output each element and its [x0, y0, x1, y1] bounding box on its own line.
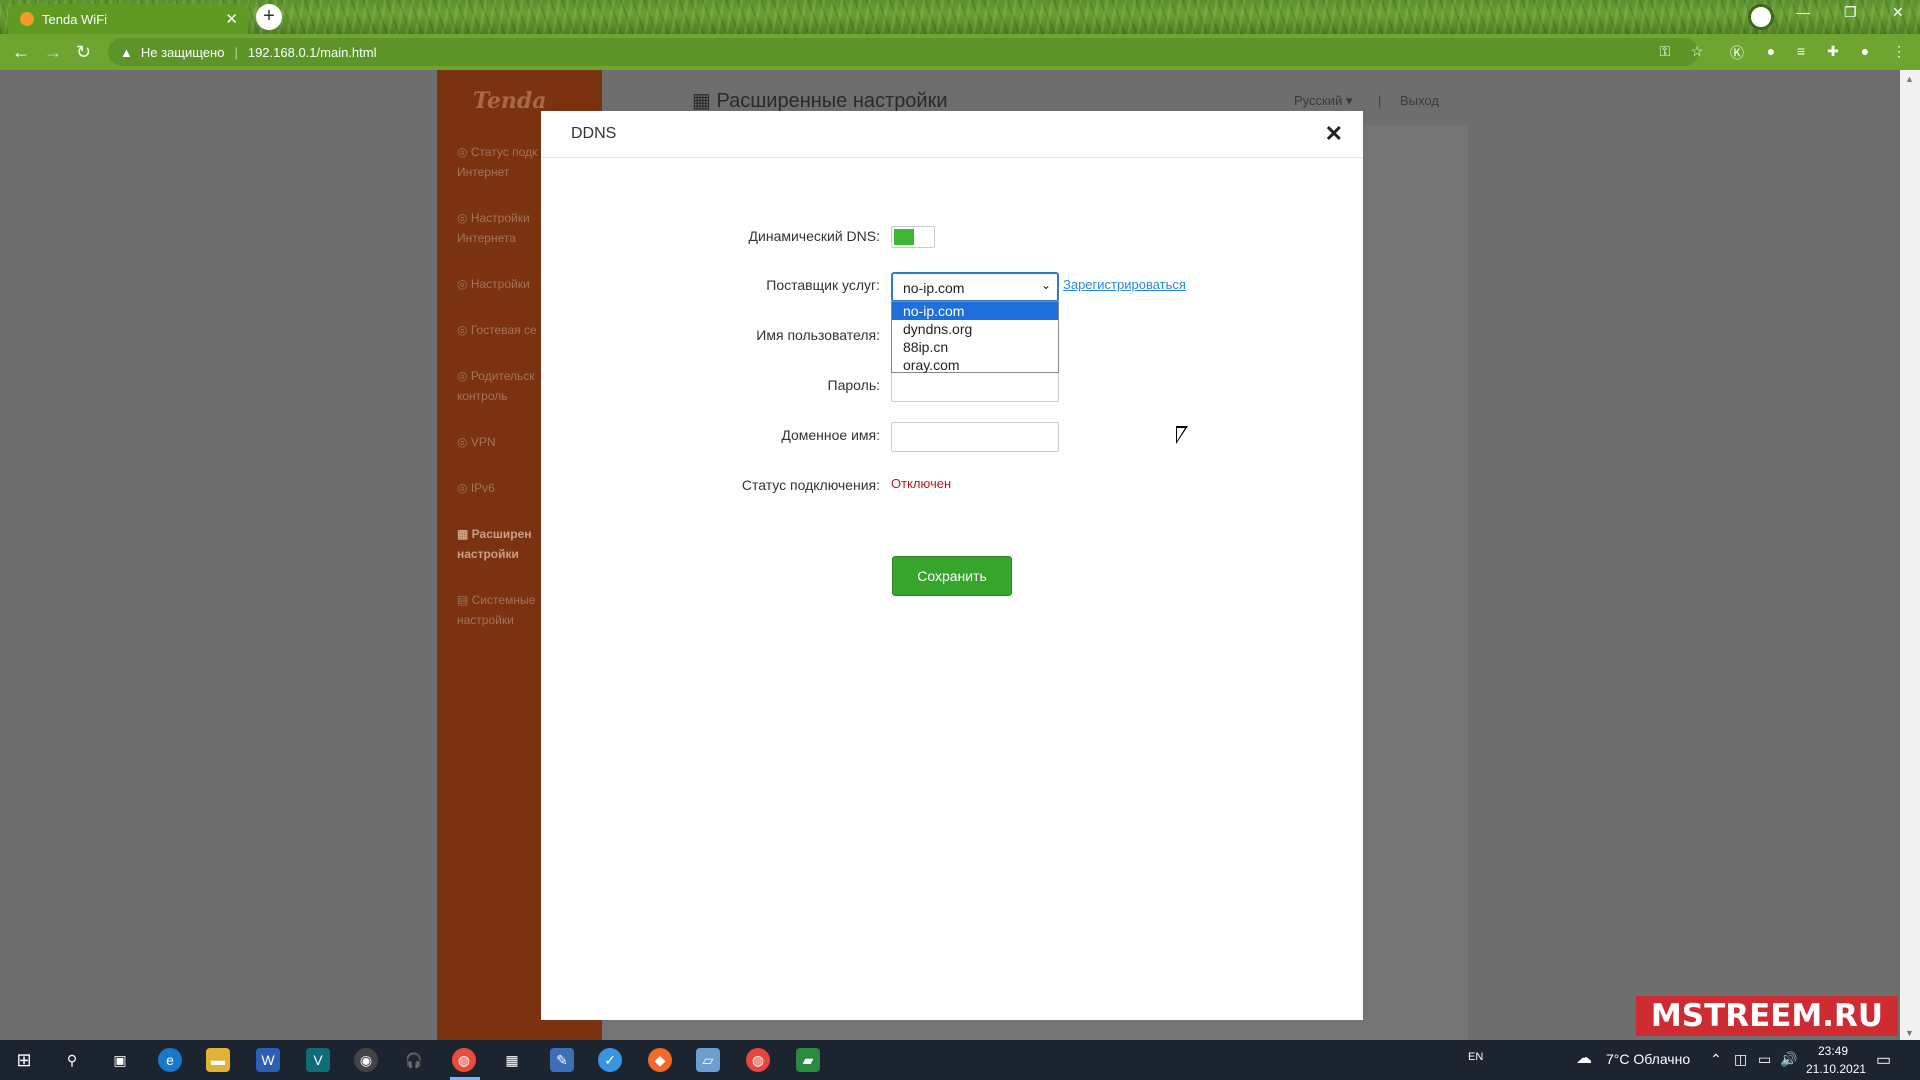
tray-app-icon[interactable]: ◫: [1734, 1051, 1747, 1068]
provider-select[interactable]: no-ip.com ⌄: [891, 272, 1059, 302]
dialog-title: DDNS: [571, 125, 617, 142]
language-select[interactable]: Русский ▾: [1294, 93, 1352, 109]
warning-triangle-icon: ▲: [120, 44, 133, 60]
minimize-icon[interactable]: —: [1796, 4, 1810, 20]
obs-icon[interactable]: ◉: [354, 1048, 378, 1072]
ddns-label: Динамический DNS:: [748, 228, 880, 244]
mouse-pointer-icon: [1176, 426, 1188, 444]
ddns-toggle[interactable]: [891, 226, 935, 248]
volume-icon[interactable]: 🔊: [1780, 1051, 1797, 1068]
windows-taskbar: ⊞ ⚲ ▣ e ▬ W V ◉ 🎧 ◍ ▦ ✎ ✓ ◆ ▱ ◍ ▰ EN ☁ 7…: [0, 1040, 1920, 1080]
status-badge: Отключен: [891, 476, 952, 491]
vegas-icon[interactable]: V: [306, 1048, 330, 1072]
status-label: Статус подключения:: [741, 477, 880, 493]
chevron-down-icon: ⌄: [1040, 278, 1051, 292]
domain-label: Доменное имя:: [781, 427, 880, 443]
restore-icon[interactable]: ❐: [1844, 4, 1857, 21]
search-icon[interactable]: ⚲: [60, 1048, 84, 1072]
tenda-logo: Tenda: [473, 88, 547, 114]
close-icon[interactable]: ✕: [1325, 121, 1343, 147]
menu-dots-icon[interactable]: ⋮: [1890, 43, 1908, 61]
clock-time[interactable]: 23:49: [1818, 1044, 1848, 1058]
provider-dropdown-list: no-ip.com dyndns.org 88ip.cn oray.com: [891, 301, 1059, 373]
window-close-icon[interactable]: ✕: [1892, 4, 1904, 21]
calendar-icon[interactable]: ▦: [500, 1048, 524, 1072]
file-explorer-icon[interactable]: ▬: [206, 1048, 230, 1072]
notepad-icon[interactable]: ▱: [696, 1048, 720, 1072]
edge-icon[interactable]: e: [158, 1048, 182, 1072]
address-toolbar: ← → ↻ ▲ Не защищено | 192.168.0.1/main.h…: [0, 34, 1920, 70]
telegram-icon[interactable]: ✓: [598, 1048, 622, 1072]
url-bar[interactable]: ▲ Не защищено | 192.168.0.1/main.html: [108, 38, 1698, 66]
username-label: Имя пользователя:: [756, 327, 880, 343]
cloud-icon: ☁: [1576, 1050, 1592, 1067]
tab-title: Tenda WiFi: [42, 11, 108, 27]
provider-label: Поставщик услуг:: [766, 277, 880, 293]
extension-k-icon[interactable]: Ⓚ: [1728, 43, 1746, 61]
network-icon[interactable]: ▭: [1758, 1051, 1771, 1068]
security-text: Не защищено: [140, 44, 225, 60]
editor-icon[interactable]: ✎: [550, 1048, 574, 1072]
task-view-icon[interactable]: ▣: [108, 1048, 132, 1072]
tenda-favicon-icon: [20, 12, 34, 26]
new-tab-button[interactable]: +: [256, 4, 282, 30]
chrome-alt-icon[interactable]: ◍: [746, 1048, 770, 1072]
provider-option[interactable]: no-ip.com: [892, 302, 1058, 320]
url-text[interactable]: 192.168.0.1/main.html: [248, 45, 377, 60]
browser-tab[interactable]: Tenda WiFi ✕: [8, 4, 248, 34]
app-orange-icon[interactable]: ◆: [648, 1048, 672, 1072]
domain-field[interactable]: [891, 422, 1059, 452]
logout-link[interactable]: Выход: [1400, 93, 1439, 108]
notification-icon[interactable]: ▭: [1876, 1050, 1891, 1070]
provider-option[interactable]: dyndns.org: [892, 320, 1058, 338]
grid-icon: ▦: [692, 90, 717, 112]
word-icon[interactable]: W: [256, 1048, 280, 1072]
password-label: Пароль:: [827, 377, 880, 393]
extension-off-icon[interactable]: ●: [1762, 43, 1780, 61]
back-arrow-icon[interactable]: ←: [12, 42, 30, 63]
provider-option[interactable]: oray.com: [892, 356, 1058, 374]
puzzle-extensions-icon[interactable]: ✚: [1824, 43, 1842, 61]
tab-close-icon[interactable]: ✕: [225, 10, 238, 28]
windows-start-icon[interactable]: ⊞: [12, 1048, 36, 1072]
forward-arrow-icon[interactable]: →: [44, 42, 62, 63]
key-icon[interactable]: ⚿: [1656, 43, 1674, 61]
chrome-icon[interactable]: ◍: [452, 1048, 476, 1072]
headphones-icon[interactable]: 🎧: [402, 1048, 426, 1072]
nvidia-icon[interactable]: ▰: [796, 1048, 820, 1072]
page-title: ▦ Расширенные настройки: [692, 90, 948, 112]
tray-chevron-icon[interactable]: ⌃: [1710, 1051, 1722, 1068]
watermark: MSTREEM.RU: [1636, 996, 1898, 1036]
reload-icon[interactable]: ↻: [76, 42, 91, 63]
input-language[interactable]: EN: [1468, 1051, 1483, 1063]
ddns-dialog: DDNS ✕ Динамический DNS: Поставщик услуг…: [541, 111, 1363, 1020]
save-button[interactable]: Сохранить: [892, 556, 1012, 596]
provider-option[interactable]: 88ip.cn: [892, 338, 1058, 356]
register-link[interactable]: Зарегистрироваться: [1063, 277, 1186, 292]
password-field[interactable]: [891, 372, 1059, 402]
extension-flag-icon[interactable]: ≡: [1792, 43, 1810, 61]
browser-tab-strip: Tenda WiFi ✕ + — ❐ ✕: [0, 0, 1920, 34]
clock-date[interactable]: 21.10.2021: [1806, 1062, 1866, 1076]
avatar[interactable]: ●: [1856, 43, 1874, 61]
page-scrollbar[interactable]: ▲ ▼: [1900, 70, 1920, 1040]
bookmark-star-icon[interactable]: ☆: [1688, 43, 1706, 61]
weather-text[interactable]: 7°C Облачно: [1606, 1051, 1690, 1067]
profile-badge-icon[interactable]: [1748, 4, 1774, 30]
